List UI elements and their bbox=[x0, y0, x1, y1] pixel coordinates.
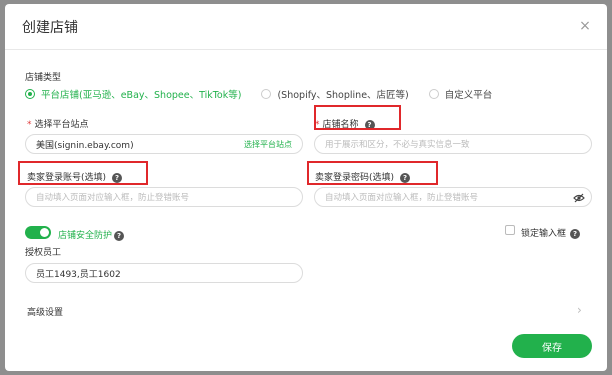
radio-label: 平台店铺(亚马逊、eBay、Shopee、TikTok等) bbox=[41, 90, 242, 101]
radio-label: (Shopify、Shopline、店匠等) bbox=[277, 90, 409, 101]
lock-input-label-text: 锁定输入框 bbox=[521, 229, 567, 239]
platform-site-field[interactable]: 美国(signin.ebay.com) 选择平台站点 bbox=[25, 134, 303, 154]
lock-input-checkbox[interactable] bbox=[505, 225, 515, 235]
store-name-input[interactable]: 用于展示和区分，不必与真实信息一致 bbox=[314, 134, 592, 154]
required-mark: * bbox=[27, 120, 32, 130]
seller-account-placeholder: 自动填入页面对应输入框，防止登错账号 bbox=[36, 193, 190, 203]
authorized-staff-value: 员工1493,员工1602 bbox=[36, 269, 121, 280]
highlight-box bbox=[307, 161, 438, 185]
seller-account-input[interactable]: 自动填入页面对应输入框，防止登错账号 bbox=[25, 187, 303, 207]
radio-unchecked-icon bbox=[428, 89, 439, 99]
platform-site-label: * 选择平台站点 bbox=[27, 117, 89, 130]
lock-input-label: 锁定输入框? bbox=[521, 226, 581, 239]
radio-label: 自定义平台 bbox=[444, 90, 493, 101]
dialog-header: 创建店铺 bbox=[5, 4, 607, 50]
highlight-box bbox=[18, 161, 148, 185]
security-label: 店铺安全防护? bbox=[58, 228, 125, 241]
radio-platform-store[interactable]: 平台店铺(亚马逊、eBay、Shopee、TikTok等) bbox=[25, 87, 241, 101]
security-toggle[interactable] bbox=[25, 226, 51, 239]
help-icon[interactable]: ? bbox=[570, 228, 581, 239]
chevron-right-icon[interactable]: › bbox=[577, 303, 582, 317]
close-icon[interactable]: × bbox=[577, 18, 593, 34]
radio-independent-store[interactable]: (Shopify、Shopline、店匠等) bbox=[261, 87, 409, 101]
authorized-staff-label: 授权员工 bbox=[25, 248, 62, 258]
platform-site-label-text: 选择平台站点 bbox=[34, 120, 89, 130]
create-store-dialog: 创建店铺 × 店铺类型 平台店铺(亚马逊、eBay、Shopee、TikTok等… bbox=[5, 4, 607, 371]
select-platform-site-link[interactable]: 选择平台站点 bbox=[244, 139, 292, 150]
dialog-title: 创建店铺 bbox=[22, 19, 78, 36]
radio-unchecked-icon bbox=[261, 89, 272, 99]
help-icon[interactable]: ? bbox=[114, 230, 125, 241]
highlight-box bbox=[314, 105, 401, 130]
authorized-staff-field[interactable]: 员工1493,员工1602 bbox=[25, 263, 303, 283]
advanced-settings-label[interactable]: 高级设置 bbox=[27, 305, 63, 318]
security-label-text: 店铺安全防护 bbox=[58, 231, 113, 241]
save-button[interactable]: 保存 bbox=[512, 334, 592, 358]
radio-checked-icon bbox=[25, 89, 35, 99]
radio-custom-platform[interactable]: 自定义平台 bbox=[428, 87, 493, 101]
store-type-label: 店铺类型 bbox=[25, 73, 62, 83]
seller-password-placeholder: 自动填入页面对应输入框，防止登错账号 bbox=[325, 193, 479, 203]
eye-hidden-icon[interactable] bbox=[573, 193, 585, 203]
platform-site-value: 美国(signin.ebay.com) bbox=[36, 140, 134, 151]
store-type-radio-group: 平台店铺(亚马逊、eBay、Shopee、TikTok等) (Shopify、S… bbox=[25, 87, 512, 101]
store-name-placeholder: 用于展示和区分，不必与真实信息一致 bbox=[325, 140, 470, 150]
seller-password-input[interactable]: 自动填入页面对应输入框，防止登错账号 bbox=[314, 187, 592, 207]
